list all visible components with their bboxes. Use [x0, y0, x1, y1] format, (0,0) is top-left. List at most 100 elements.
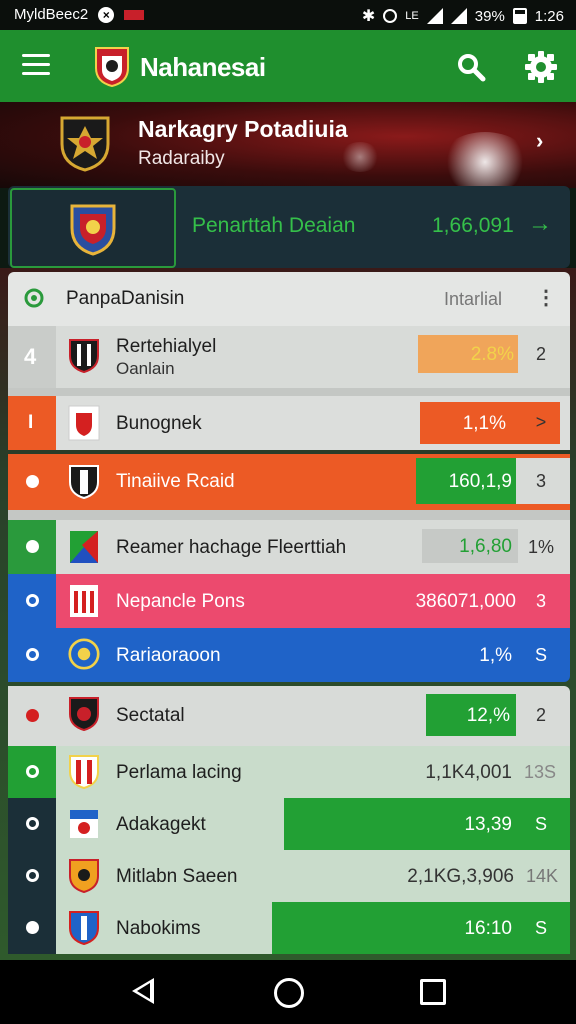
featured-arrow-icon[interactable]: →	[528, 210, 552, 238]
row-dot	[26, 921, 39, 934]
team-end: S	[534, 918, 547, 938]
row-dot	[26, 709, 39, 722]
team-crest-icon	[70, 531, 98, 563]
team-end: 2	[535, 344, 546, 364]
team-name: Mitlabn Saeen	[116, 866, 238, 887]
clock: 1:26	[534, 7, 564, 25]
team-end: 3	[535, 591, 546, 611]
row-dot	[26, 648, 39, 661]
list-item[interactable]: Perlama lacing 1,1K4,001 13S	[8, 746, 570, 798]
team-crest-icon	[69, 465, 99, 500]
x-circle-icon: ×	[98, 6, 115, 23]
list-item[interactable]: I Bunognek 1,1% >	[8, 396, 570, 450]
hero-title: Narkagry Potadiuia	[138, 116, 348, 142]
list-filter-label[interactable]: Intarlial	[444, 289, 502, 310]
featured-crest-box	[10, 188, 176, 268]
team-crest-icon	[68, 405, 100, 441]
team-value: 2.8%	[470, 344, 514, 365]
team-end: 1%	[527, 537, 554, 557]
team-crest-icon	[69, 339, 99, 374]
team-value: 12,%	[466, 705, 510, 726]
list-item[interactable]: Reamer hachage Fleerttiah 1,6,80 1%	[8, 520, 570, 574]
app-bar: Nahanesai	[0, 30, 576, 102]
bluetooth-icon: ✱	[361, 8, 376, 25]
featured-card[interactable]: Penarttah Deaian 1,66,091 →	[8, 186, 570, 268]
team-crest-icon	[70, 810, 98, 838]
app-title: Nahanesai	[140, 52, 266, 82]
list-item[interactable]: 4 Rertehialyel Oanlain 2.8% 2	[8, 326, 570, 388]
divider	[8, 388, 570, 396]
featured-crest-icon	[70, 204, 116, 256]
row-indicator	[8, 454, 56, 510]
carrier-label: MyldBeec2	[14, 6, 89, 23]
lte-icon: LE	[405, 10, 419, 22]
team-name: Rertehialyel	[116, 336, 217, 357]
team-end: 13S	[523, 762, 557, 782]
list-item[interactable]: Rariaoraoon 1,% S	[8, 628, 570, 682]
league-icon	[24, 288, 44, 308]
team-crest-icon	[69, 755, 99, 790]
team-name: Bunognek	[116, 413, 202, 434]
team-crest-icon	[70, 585, 98, 617]
team-value: 16:10	[464, 918, 512, 939]
row-indicator	[8, 746, 56, 798]
team-crest-icon	[69, 859, 99, 894]
row-dot	[26, 594, 39, 607]
row-indicator	[8, 574, 56, 628]
team-end: 14K	[525, 866, 559, 886]
list-item[interactable]: Sectatal 12,% 2	[8, 686, 570, 746]
club-crest-icon	[60, 116, 110, 172]
more-options-icon[interactable]: ⋮	[536, 285, 556, 310]
hero-banner[interactable]: Narkagry Potadiuia Radaraiby ›	[0, 102, 576, 188]
signal-icon	[426, 8, 443, 24]
signal-icon-2	[450, 8, 467, 24]
list-item[interactable]: Tinaiive Rcaid 160,1,9 3	[8, 454, 570, 510]
team-value: 160,1,9	[448, 471, 512, 492]
menu-icon[interactable]	[22, 54, 50, 76]
row-dot	[26, 475, 39, 488]
team-value: 1,%	[479, 645, 512, 666]
team-crest-icon	[69, 911, 99, 946]
list-item[interactable]: Nabokims 16:10 S	[8, 902, 570, 954]
list-item[interactable]: Mitlabn Saeen 2,1KG,3,906 14K	[8, 850, 570, 902]
team-end: 2	[535, 705, 546, 725]
stadium-light	[440, 132, 530, 188]
team-value: 2,1KG,3,906	[407, 866, 514, 887]
team-end: S	[534, 814, 547, 834]
team-value: 386071,000	[415, 591, 516, 612]
team-end: 3	[535, 471, 546, 491]
row-dot	[26, 817, 39, 830]
list-title: PanpaDanisin	[66, 288, 185, 309]
row-indicator	[8, 850, 56, 902]
chevron-right-icon[interactable]: >	[526, 412, 556, 433]
team-name: Tinaiive Rcaid	[116, 471, 235, 492]
team-name: Perlama lacing	[116, 762, 242, 783]
home-icon[interactable]	[274, 978, 304, 1008]
team-name: Nabokims	[116, 918, 201, 939]
list-item[interactable]: Nepancle Pons 386071,000 3	[8, 574, 570, 628]
battery-icon	[512, 8, 527, 24]
featured-label: Penarttah Deaian	[192, 214, 356, 237]
team-value: 1,6,80	[459, 536, 512, 557]
row-indicator	[8, 798, 56, 850]
divider	[8, 510, 570, 520]
team-crest-icon	[69, 697, 99, 732]
team-name: Nepancle Pons	[116, 591, 245, 612]
team-subtitle: Oanlain	[116, 359, 175, 378]
stadium-light-2	[340, 142, 380, 172]
list-item[interactable]: Adakagekt 13,39 S	[8, 798, 570, 850]
battery-percent: 39%	[474, 7, 505, 25]
row-indicator	[8, 628, 56, 682]
gear-icon[interactable]	[524, 50, 558, 84]
row-indicator: 4	[8, 326, 56, 388]
hero-subtitle: Radaraiby	[138, 148, 225, 169]
team-value: 13,39	[464, 814, 512, 835]
flag-icon	[124, 9, 145, 20]
recent-apps-icon[interactable]	[420, 979, 446, 1005]
hero-arrow-icon[interactable]: ›	[536, 128, 543, 154]
row-dot	[26, 869, 39, 882]
search-icon[interactable]	[456, 52, 486, 82]
team-value: 1,1%	[462, 413, 506, 434]
row-rank: 4	[24, 344, 37, 369]
team-crest-icon	[68, 638, 100, 670]
